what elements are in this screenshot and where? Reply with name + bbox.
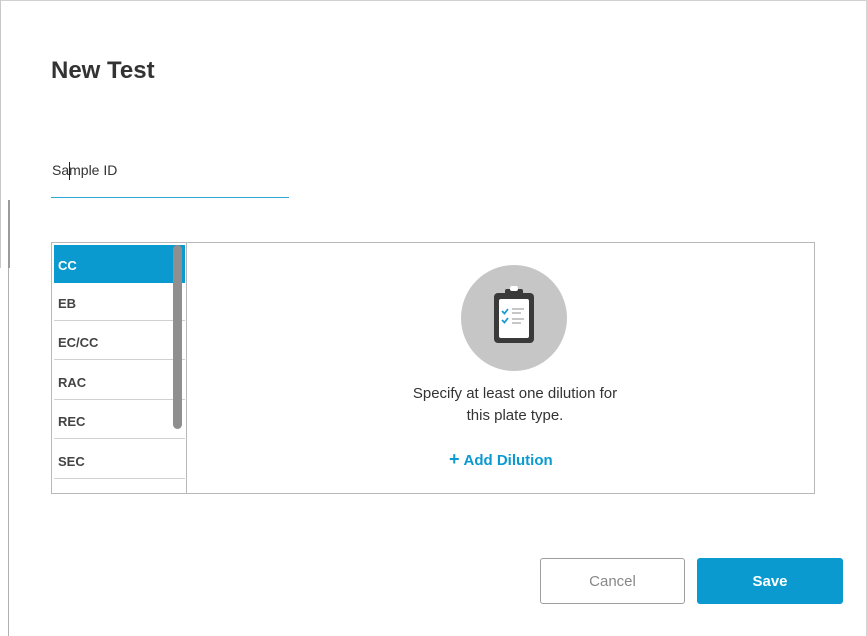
empty-state-message: Specify at least one dilution for this p…	[187, 383, 843, 427]
plate-type-item-eb[interactable]: EB	[54, 283, 185, 321]
sample-id-placeholder: Sample ID	[52, 162, 118, 178]
add-dilution-link[interactable]: + Add Dilution	[449, 449, 579, 470]
save-button[interactable]: Save	[697, 558, 843, 604]
empty-state-message-line1: Specify at least one dilution for	[412, 385, 618, 402]
sample-id-underline	[51, 197, 289, 198]
plate-list-scrollbar[interactable]	[173, 245, 182, 429]
plate-type-item-ec-cc[interactable]: EC/CC	[54, 322, 185, 360]
plate-type-list: CC EB EC/CC RAC REC SEC	[52, 243, 187, 493]
cancel-button[interactable]: Cancel	[540, 558, 685, 604]
dialog-left-border	[8, 268, 9, 636]
plate-type-item-rac[interactable]: RAC	[54, 362, 185, 400]
add-dilution-label: Add Dilution	[463, 452, 553, 469]
sample-id-field[interactable]: Sample ID	[51, 152, 289, 198]
plate-type-panel: CC EB EC/CC RAC REC SEC Specify at least…	[51, 242, 815, 494]
window-resize-handle[interactable]	[8, 200, 10, 268]
plate-type-item-rec[interactable]: REC	[54, 401, 185, 439]
empty-state: Specify at least one dilution for this p…	[187, 243, 814, 493]
text-caret	[69, 162, 70, 180]
plus-icon: +	[449, 449, 460, 469]
dialog-title: New Test	[51, 57, 155, 84]
window-top-border	[0, 0, 867, 1]
window-left-border	[0, 0, 1, 268]
plate-type-item-sec[interactable]: SEC	[54, 441, 185, 479]
empty-state-message-line2: this plate type.	[466, 407, 564, 424]
clipboard-checklist-icon	[461, 265, 567, 371]
plate-type-item-cc[interactable]: CC	[54, 245, 185, 283]
